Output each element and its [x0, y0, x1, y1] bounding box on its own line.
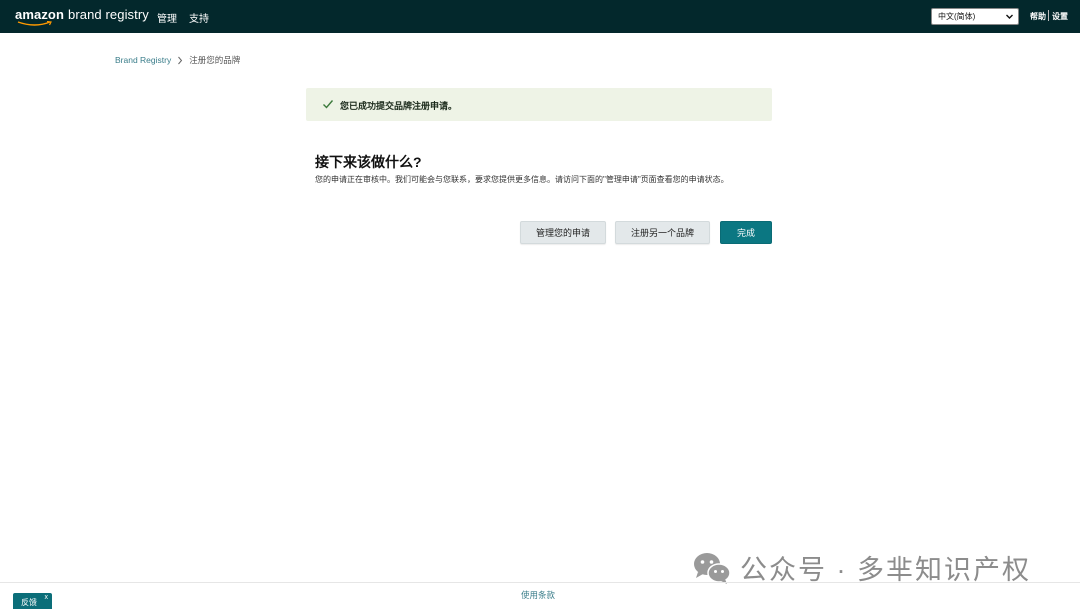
- breadcrumb-current: 注册您的品牌: [189, 55, 241, 65]
- feedback-label: 反馈: [21, 598, 37, 607]
- language-select[interactable]: 中文(简体): [931, 8, 1019, 25]
- next-steps-title: 接下来该做什么?: [315, 154, 422, 170]
- logo-amazon-text: amazon: [15, 7, 65, 22]
- footer-divider: [0, 582, 1080, 583]
- terms-of-use-link[interactable]: 使用条款: [521, 589, 555, 601]
- settings-link[interactable]: 设置: [1052, 11, 1068, 22]
- nav-manage[interactable]: 管理: [157, 10, 177, 25]
- logo-product-text: brand registry: [68, 7, 149, 22]
- nav-support[interactable]: 支持: [189, 10, 209, 25]
- help-link[interactable]: 帮助: [1030, 11, 1046, 22]
- language-selected-value: 中文(简体): [938, 12, 976, 21]
- register-another-brand-button[interactable]: 注册另一个品牌: [615, 221, 710, 244]
- done-button[interactable]: 完成: [720, 221, 772, 244]
- page: amazon brand registry 管理 支持 中文(简体) 帮助 设置…: [0, 0, 1080, 609]
- success-alert: 您已成功提交品牌注册申请。: [306, 88, 772, 121]
- check-icon: [323, 100, 334, 109]
- close-icon[interactable]: x: [45, 594, 49, 601]
- breadcrumb: Brand Registry 注册您的品牌: [115, 54, 240, 66]
- feedback-button[interactable]: 反馈 x: [13, 593, 52, 609]
- amazon-smile-icon: [17, 21, 52, 26]
- chevron-right-icon: [178, 56, 183, 64]
- manage-applications-button[interactable]: 管理您的申请: [520, 221, 606, 244]
- top-navigation-bar: amazon brand registry 管理 支持 中文(简体) 帮助 设置: [0, 0, 1080, 33]
- amazon-brand-registry-logo[interactable]: amazon brand registry: [15, 7, 149, 27]
- chevron-down-icon: [1006, 14, 1013, 19]
- next-steps-description: 您的申请正在审核中。我们可能会与您联系，要求您提供更多信息。请访问下面的"管理申…: [315, 175, 729, 184]
- header-divider: [1048, 10, 1049, 21]
- success-message: 您已成功提交品牌注册申请。: [340, 101, 458, 111]
- wechat-icon: [694, 552, 731, 584]
- breadcrumb-root-link[interactable]: Brand Registry: [115, 55, 171, 65]
